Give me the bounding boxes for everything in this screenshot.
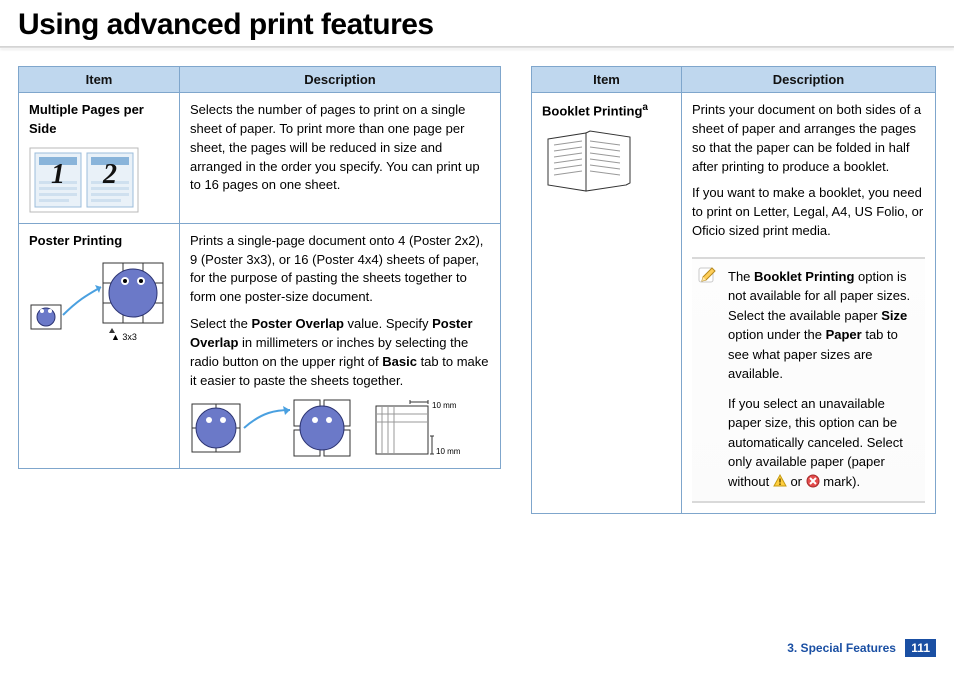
- table-row: Poster Printing: [19, 223, 501, 469]
- item-label: Multiple Pages per Side: [29, 102, 144, 136]
- svg-text:2: 2: [102, 159, 117, 190]
- multiple-pages-icon: 1 2: [29, 147, 169, 213]
- desc-cell-multiple-pages: Selects the number of pages to print on …: [180, 93, 501, 224]
- t: The: [728, 269, 754, 284]
- note-content: The Booklet Printing option is not avail…: [692, 259, 925, 502]
- booklet-desc-p2: If you want to make a booklet, you need …: [692, 184, 925, 241]
- note-box: The Booklet Printing option is not avail…: [692, 257, 925, 504]
- table-row: Multiple Pages per Side: [19, 93, 501, 224]
- table-header-row: Item Description: [19, 67, 501, 93]
- t: Basic: [382, 354, 417, 369]
- footnote-a: a: [642, 102, 648, 113]
- chapter-label: 3. Special Features: [787, 641, 896, 655]
- table-row: Booklet Printinga: [532, 93, 936, 514]
- desc-cell-poster: Prints a single-page document onto 4 (Po…: [180, 223, 501, 469]
- caption-3x3: 3x3: [122, 332, 137, 342]
- left-column: Item Description Multiple Pages per Side: [18, 66, 501, 514]
- mm-h: 10 mm: [432, 400, 456, 412]
- page-number: 111: [905, 639, 936, 657]
- t: Select the: [190, 316, 251, 331]
- booklet-desc-p1: Prints your document on both sides of a …: [692, 101, 925, 176]
- table-header-row: Item Description: [532, 67, 936, 93]
- title-wrap: Using advanced print features: [0, 0, 954, 42]
- th-description: Description: [180, 67, 501, 93]
- error-icon: [806, 474, 820, 488]
- item-cell-multiple-pages: Multiple Pages per Side: [19, 93, 180, 224]
- mm-v: 10 mm: [436, 446, 460, 458]
- poster-desc-p1: Prints a single-page document onto 4 (Po…: [190, 232, 490, 307]
- t: Poster Overlap: [251, 316, 344, 331]
- t: mark).: [823, 474, 860, 489]
- poster-overlap-icon: 10 mm 10 mm: [190, 398, 490, 458]
- page-title: Using advanced print features: [18, 8, 936, 42]
- item-cell-poster: Poster Printing: [19, 223, 180, 469]
- page-footer: 3. Special Features 111: [787, 639, 936, 657]
- title-rule: [0, 46, 954, 48]
- th-description: Description: [682, 67, 936, 93]
- poster-icon: ▲ 3x3: [29, 259, 169, 344]
- svg-text:1: 1: [51, 159, 65, 190]
- t: or: [790, 474, 805, 489]
- left-table: Item Description Multiple Pages per Side: [18, 66, 501, 469]
- t: Paper: [826, 327, 862, 342]
- item-cell-booklet: Booklet Printinga: [532, 93, 682, 514]
- item-label: Poster Printing: [29, 233, 122, 248]
- t: Size: [881, 308, 907, 323]
- right-table: Item Description Booklet Printinga: [531, 66, 936, 514]
- page-root: Using advanced print features Item Descr…: [0, 0, 954, 675]
- warning-icon: [773, 474, 787, 488]
- booklet-icon: [542, 129, 671, 199]
- desc-text: Selects the number of pages to print on …: [190, 102, 480, 192]
- th-item: Item: [532, 67, 682, 93]
- t: value. Specify: [344, 316, 432, 331]
- th-item: Item: [19, 67, 180, 93]
- t: Booklet Printing: [754, 269, 854, 284]
- poster-desc-p2: Select the Poster Overlap value. Specify…: [190, 315, 490, 390]
- t: option under the: [728, 327, 826, 342]
- desc-cell-booklet: Prints your document on both sides of a …: [682, 93, 936, 514]
- pencil-note-icon: [698, 265, 718, 285]
- right-column: Item Description Booklet Printinga: [531, 66, 936, 514]
- item-label: Booklet Printing: [542, 103, 642, 118]
- columns: Item Description Multiple Pages per Side: [0, 66, 954, 514]
